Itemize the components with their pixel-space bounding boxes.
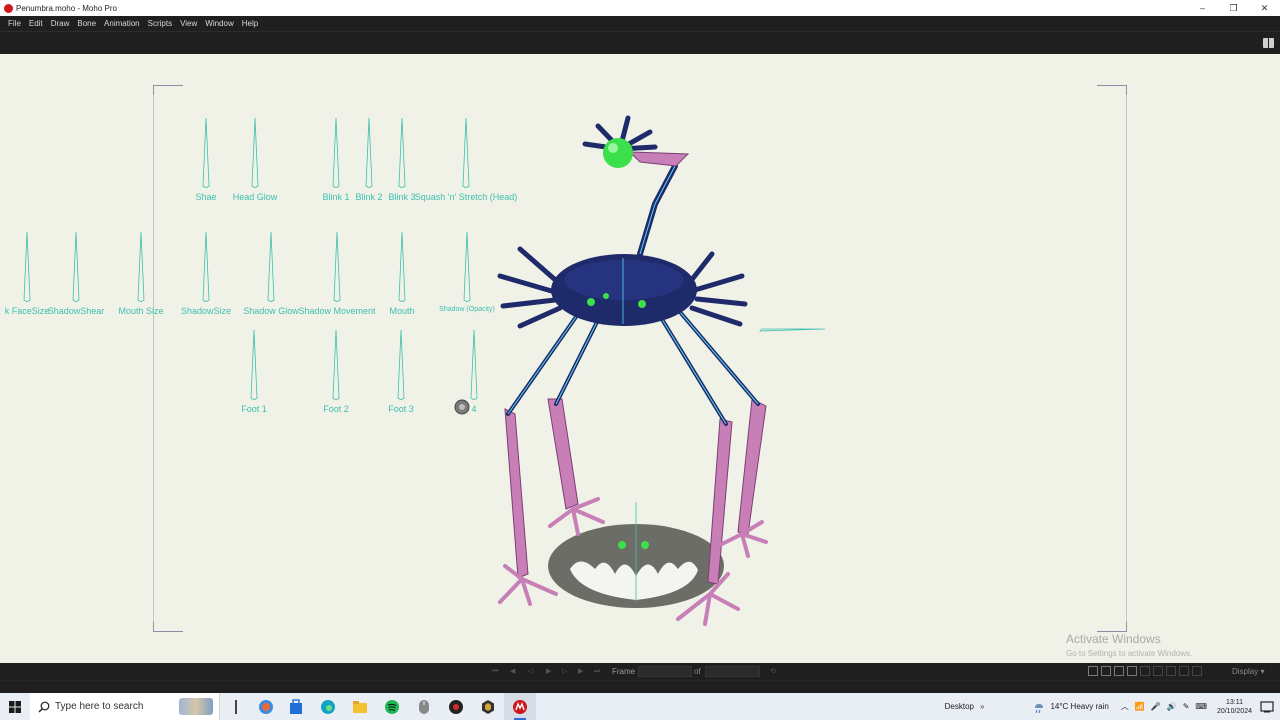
- copilot-icon: [259, 699, 273, 714]
- network-icon[interactable]: 📶: [1135, 702, 1145, 711]
- taskbar-app-hexagon[interactable]: [472, 693, 504, 720]
- window-title: Penumbra.moho - Moho Pro: [16, 3, 117, 13]
- moho-app-icon: [4, 3, 13, 13]
- hexagon-app-icon: [482, 699, 494, 714]
- edge-icon: [321, 699, 335, 714]
- playback-bar: ⏮ ◀ ◁ ▶ ▷ ▶ ⏭ Frame of ⟲ Display ▾: [0, 663, 1280, 680]
- clock-time: 13:11: [1225, 698, 1243, 706]
- canvas-viewport[interactable]: Shae Head Glow Blink 1 Blink 2 Blink 3 S…: [0, 54, 1280, 663]
- character-artwork[interactable]: [0, 54, 1280, 663]
- prev-keyframe-icon[interactable]: ◀: [510, 668, 520, 675]
- menu-scripts[interactable]: Scripts: [144, 19, 176, 28]
- spotify-icon: [385, 699, 399, 714]
- taskbar-app-copilot[interactable]: [252, 693, 280, 720]
- menu-bone[interactable]: Bone: [73, 19, 100, 28]
- quality-icon[interactable]: [1179, 666, 1189, 676]
- window-controls: – ❐ ✕: [1187, 0, 1280, 16]
- menu-draw[interactable]: Draw: [47, 19, 74, 28]
- next-keyframe-icon[interactable]: ▶: [578, 668, 588, 675]
- mouse-cursor-icon: [454, 399, 470, 415]
- microphone-icon[interactable]: 🎤: [1151, 702, 1161, 711]
- play-icon[interactable]: ▶: [546, 668, 556, 675]
- pen-icon[interactable]: ✎: [1183, 702, 1190, 711]
- menu-animation[interactable]: Animation: [100, 19, 144, 28]
- menu-help[interactable]: Help: [238, 19, 262, 28]
- step-forward-icon[interactable]: ▷: [562, 668, 572, 675]
- total-frames-field[interactable]: [705, 666, 760, 677]
- title-bar: Penumbra.moho - Moho Pro – ❐ ✕: [0, 0, 1280, 16]
- head: [582, 115, 690, 168]
- last-frame-icon[interactable]: ⏭: [594, 668, 604, 675]
- bone-highlights: [507, 311, 759, 425]
- weather-text[interactable]: 14°C Heavy rain: [1050, 702, 1108, 711]
- stroke-icon[interactable]: [1192, 666, 1202, 676]
- menu-edit[interactable]: Edit: [25, 19, 47, 28]
- hidden-icons-chevron-icon[interactable]: ︿: [1121, 701, 1129, 712]
- mouse-icon: [419, 699, 429, 714]
- windows-taskbar: Type here to search Desktop » 14°C Heavy…: [0, 693, 1280, 720]
- quad-view-icon[interactable]: [1127, 666, 1137, 676]
- activate-windows-watermark: Activate Windows Go to Settings to activ…: [1066, 632, 1193, 658]
- windows-start-button[interactable]: [0, 693, 30, 720]
- body: [551, 254, 697, 326]
- folder-icon: [353, 700, 367, 713]
- clock-date: 20/10/2024: [1216, 707, 1252, 715]
- store-icon: [290, 698, 302, 714]
- display-dropdown[interactable]: Display ▾: [1232, 667, 1264, 676]
- close-button[interactable]: ✕: [1249, 0, 1280, 16]
- frame-field[interactable]: [638, 666, 692, 677]
- app-icon: [449, 699, 463, 714]
- search-icon: [38, 701, 50, 712]
- taskbar-app-mouse[interactable]: [408, 693, 440, 720]
- menu-view[interactable]: View: [176, 19, 201, 28]
- split-vertical-icon[interactable]: [1101, 666, 1111, 676]
- single-view-icon[interactable]: [1088, 666, 1098, 676]
- status-strip: [0, 680, 1280, 693]
- leg-bones: [506, 310, 760, 426]
- taskbar-app-file-explorer[interactable]: [344, 693, 376, 720]
- toolbar-chevron-icon[interactable]: »: [980, 702, 984, 711]
- step-back-icon[interactable]: ◁: [528, 668, 538, 675]
- loop-icon[interactable]: ⟲: [770, 668, 780, 675]
- system-tray: Desktop » 14°C Heavy rain ︿ 📶 🎤 🔊 ✎ ⌨ 13…: [945, 693, 1280, 720]
- view-mode-icons: [1088, 666, 1202, 676]
- keyboard-icon[interactable]: ⌨: [1195, 702, 1207, 711]
- taskbar-search[interactable]: Type here to search: [30, 693, 220, 720]
- split-horizontal-icon[interactable]: [1114, 666, 1124, 676]
- search-highlight-image: [179, 698, 213, 715]
- taskbar-app-black-red[interactable]: [440, 693, 472, 720]
- panels-toggle-icon[interactable]: [1263, 38, 1274, 48]
- weather-rain-icon: [1035, 703, 1044, 713]
- first-frame-icon[interactable]: ⏮: [492, 668, 502, 675]
- menu-window[interactable]: Window: [201, 19, 237, 28]
- taskbar-app-spotify[interactable]: [376, 693, 408, 720]
- tool-options-bar: [0, 31, 1280, 54]
- menu-file[interactable]: File: [4, 19, 25, 28]
- loose-bone[interactable]: [759, 328, 826, 332]
- preview-icon[interactable]: [1166, 666, 1176, 676]
- taskbar-app-store[interactable]: [280, 693, 312, 720]
- menu-bar: File Edit Draw Bone Animation Scripts Vi…: [0, 16, 1280, 31]
- restore-button[interactable]: ❐: [1218, 0, 1249, 16]
- moho-icon: [513, 699, 527, 714]
- onion-skin-icon[interactable]: [1140, 666, 1150, 676]
- volume-icon[interactable]: 🔊: [1167, 702, 1177, 711]
- taskbar-app-moho[interactable]: [504, 693, 536, 720]
- windows-logo-icon: [9, 700, 21, 713]
- of-label: of: [694, 667, 701, 676]
- display-label: Display: [1232, 667, 1259, 676]
- task-view-button[interactable]: [220, 693, 252, 720]
- grid-icon[interactable]: [1153, 666, 1163, 676]
- desktop-toolbar[interactable]: Desktop: [945, 702, 974, 711]
- taskbar-app-edge[interactable]: [312, 693, 344, 720]
- neck: [637, 163, 678, 257]
- clock[interactable]: 13:11 20/10/2024: [1217, 698, 1252, 716]
- frame-label: Frame: [612, 667, 636, 676]
- search-placeholder: Type here to search: [55, 701, 144, 712]
- task-view-icon: [235, 699, 237, 714]
- minimize-button[interactable]: –: [1187, 0, 1218, 16]
- notifications-icon[interactable]: [1260, 700, 1274, 714]
